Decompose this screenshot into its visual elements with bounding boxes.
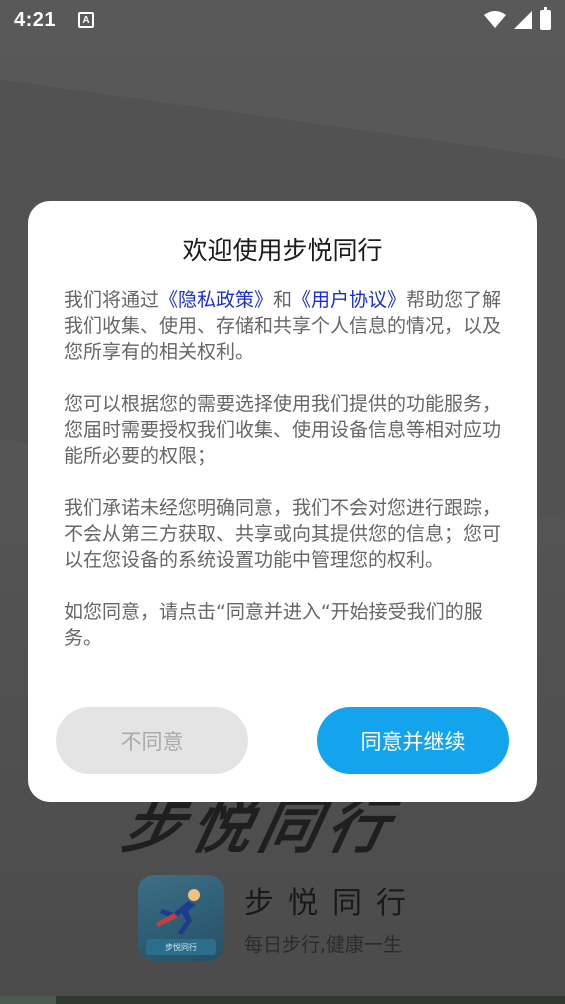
bottom-strip <box>0 996 565 1004</box>
user-agreement-link[interactable]: 《用户协议》 <box>292 289 406 311</box>
privacy-policy-link[interactable]: 《隐私政策》 <box>159 289 273 311</box>
wifi-icon <box>484 11 506 28</box>
p1-text-middle: 和 <box>273 289 293 311</box>
p1-text-before: 我们将通过 <box>64 289 160 311</box>
status-bar: 4:21 A <box>0 0 565 40</box>
status-time: 4:21 <box>14 8 57 31</box>
background-slogan: 每日步行,健康一生 <box>244 934 403 956</box>
dialog-paragraph-1: 我们将通过《隐私政策》和《用户协议》帮助您了解我们收集、使用、存储和共享个人信息… <box>64 287 504 365</box>
dialog-paragraph-3: 我们承诺未经您明确同意，我们不会对您进行跟踪，不会从第三方获取、共享或向其提供您… <box>64 497 502 571</box>
app-logo: 步悦同行 <box>138 875 224 961</box>
notification-a-icon: A <box>78 12 95 28</box>
logo-text: 步悦同行 <box>146 939 216 955</box>
runner-icon <box>156 889 200 935</box>
background-app-name: 步悦同行 <box>244 886 420 921</box>
status-icons <box>484 7 551 30</box>
agree-continue-button[interactable]: 同意并继续 <box>317 707 509 774</box>
privacy-dialog: 欢迎使用步悦同行 我们将通过《隐私政策》和《用户协议》帮助您了解我们收集、使用、… <box>28 201 537 802</box>
disagree-button[interactable]: 不同意 <box>56 707 248 774</box>
dialog-paragraph-4: 如您同意，请点击“同意并进入“开始接受我们的服务。 <box>64 601 483 649</box>
dialog-paragraph-2: 您可以根据您的需要选择使用我们提供的功能服务，您届时需要授权我们收集、使用设备信… <box>64 393 502 467</box>
signal-icon <box>514 11 532 29</box>
dialog-body: 我们将通过《隐私政策》和《用户协议》帮助您了解我们收集、使用、存储和共享个人信息… <box>64 287 504 677</box>
dialog-title: 欢迎使用步悦同行 <box>182 236 383 265</box>
battery-charging-icon <box>540 7 551 30</box>
